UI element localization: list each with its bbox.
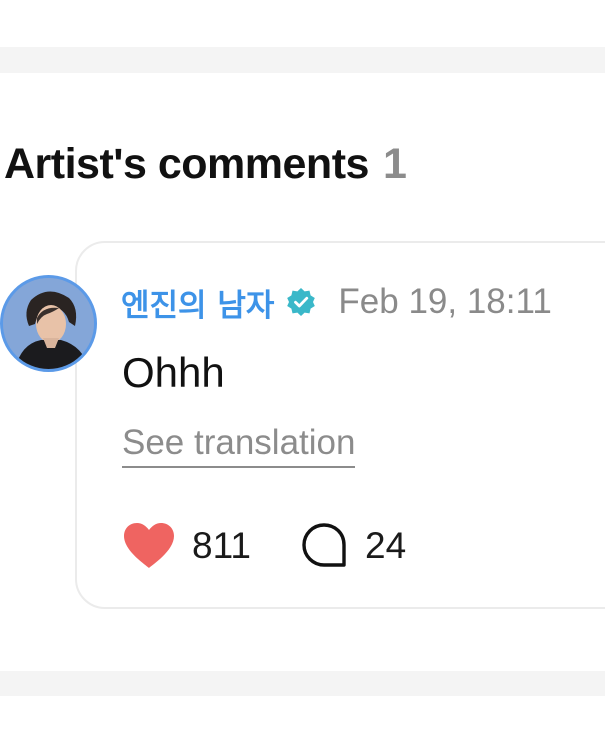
heart-icon — [124, 523, 174, 568]
comment-timestamp: Feb 19, 18:11 — [338, 282, 552, 321]
reply-button[interactable]: 24 — [299, 521, 406, 571]
author-name[interactable]: 엔진의 남자 — [121, 280, 274, 325]
verified-badge-icon — [286, 287, 316, 317]
like-button[interactable]: 811 — [122, 522, 251, 570]
section-title: Artist's comments — [4, 139, 369, 188]
avatar[interactable] — [0, 275, 97, 372]
comment-text: Ohhh — [122, 349, 225, 396]
like-count: 811 — [192, 525, 251, 566]
section-divider-bottom — [0, 671, 605, 696]
comment-count: 1 — [382, 139, 407, 188]
section-header: Artist's comments 1 — [4, 137, 407, 191]
avatar-image — [3, 278, 94, 369]
section-divider-top — [0, 47, 605, 73]
comment-actions: 811 24 — [122, 520, 406, 572]
speech-bubble-icon — [302, 523, 346, 567]
see-translation-link[interactable]: See translation — [122, 420, 356, 468]
comment-header: 엔진의 남자 Feb 19, 18:11 — [121, 280, 552, 324]
reply-count: 24 — [365, 525, 407, 566]
